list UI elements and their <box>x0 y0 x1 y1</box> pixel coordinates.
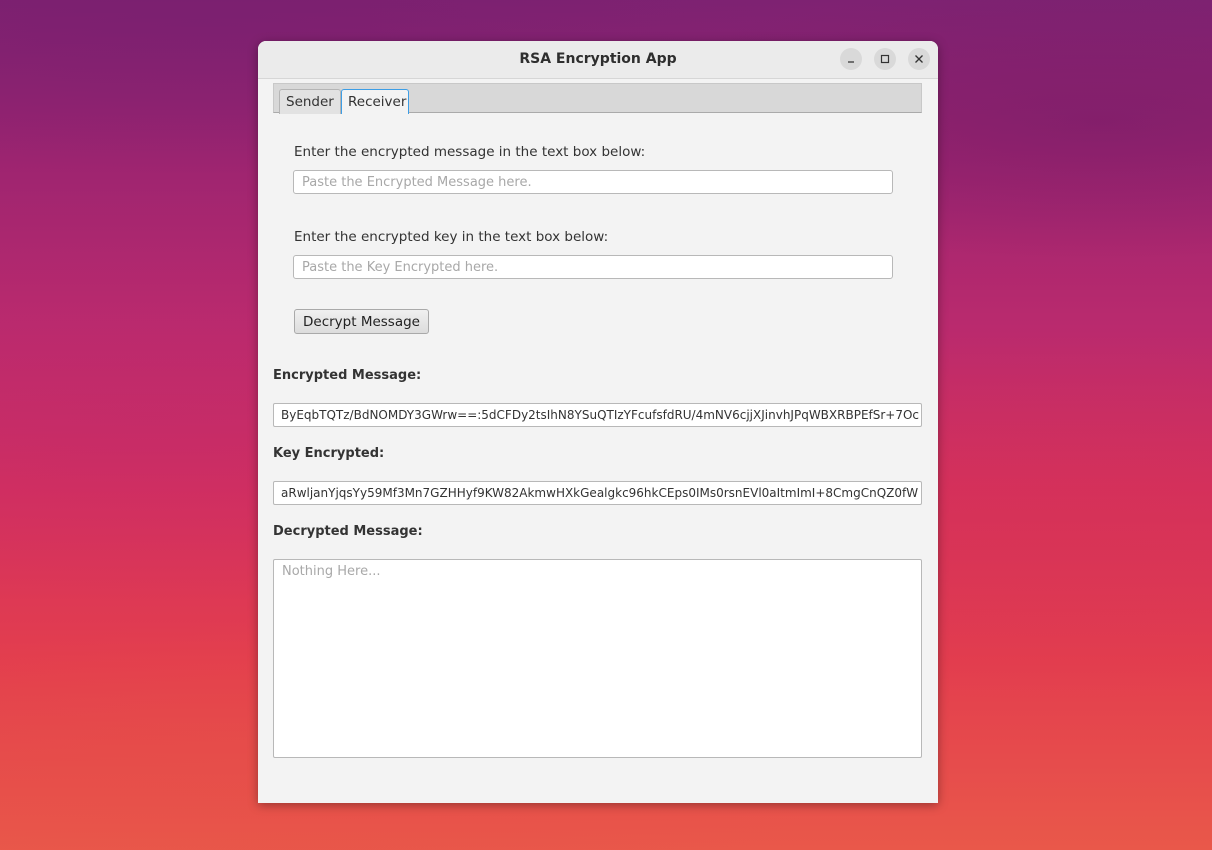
encrypted-key-prompt: Enter the encrypted key in the text box … <box>294 229 609 245</box>
decrypt-message-button[interactable]: Decrypt Message <box>294 309 429 334</box>
tab-sender[interactable]: Sender <box>279 89 341 114</box>
encrypted-message-output[interactable]: ByEqbTQTz/BdNOMDY3GWrw==:5dCFDy2tsIhN8YS… <box>273 403 922 427</box>
tab-receiver[interactable]: Receiver <box>341 89 409 114</box>
key-encrypted-output[interactable]: aRwljanYjqsYy59Mf3Mn7GZHHyf9KW82AkmwHXkG… <box>273 481 922 505</box>
minimize-icon <box>848 61 854 63</box>
encrypted-message-prompt: Enter the encrypted message in the text … <box>294 144 646 160</box>
minimize-button[interactable] <box>840 48 862 70</box>
decrypted-message-output[interactable] <box>273 559 922 758</box>
key-encrypted-heading: Key Encrypted: <box>273 446 385 461</box>
tab-bar: Sender Receiver <box>273 83 922 114</box>
maximize-icon <box>880 54 890 64</box>
title-bar[interactable]: RSA Encryption App <box>258 41 938 79</box>
decrypted-message-heading: Decrypted Message: <box>273 524 423 539</box>
encrypted-message-heading: Encrypted Message: <box>273 368 422 383</box>
maximize-button[interactable] <box>874 48 896 70</box>
app-window: RSA Encryption App Sender Receiver Enter… <box>258 41 938 803</box>
close-button[interactable] <box>908 48 930 70</box>
encrypted-key-input[interactable] <box>293 255 893 279</box>
window-title: RSA Encryption App <box>519 51 677 67</box>
close-icon <box>915 55 923 63</box>
encrypted-message-input[interactable] <box>293 170 893 194</box>
